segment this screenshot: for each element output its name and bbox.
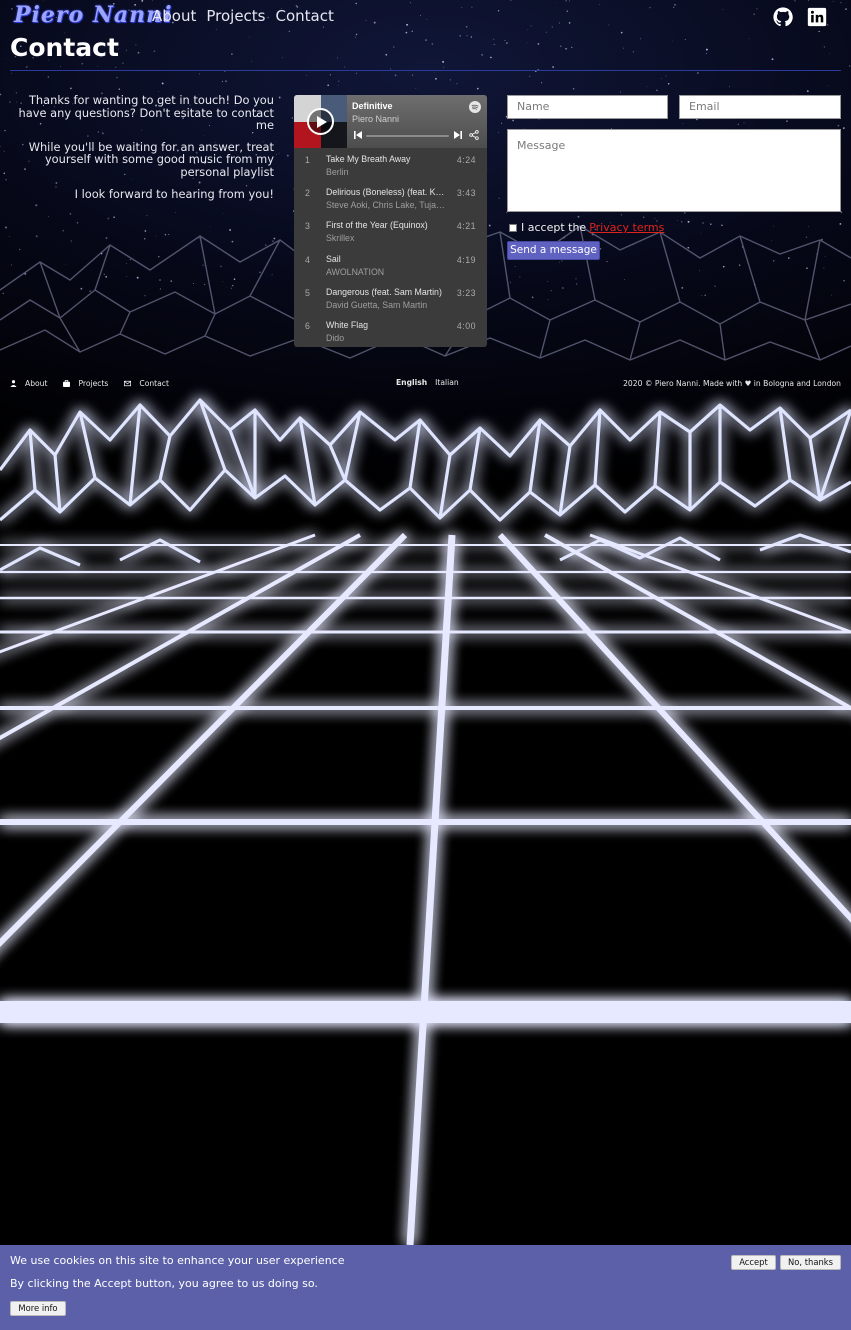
privacy-consent: I accept the Privacy terms	[509, 221, 664, 234]
privacy-terms-link[interactable]: Privacy terms	[589, 221, 664, 234]
briefcase-icon	[63, 380, 71, 387]
social-links	[773, 7, 827, 27]
cookie-subtext: By clicking the Accept button, you agree…	[10, 1277, 318, 1290]
track-row[interactable]: 5 Dangerous (feat. Sam Martin) David Gue…	[294, 282, 487, 315]
cookie-banner: We use cookies on this site to enhance y…	[0, 1245, 851, 1330]
track-artist: AWOLNATION	[326, 266, 385, 277]
track-name: Dangerous (feat. Sam Martin)	[326, 286, 442, 297]
track-duration: 4:24	[456, 155, 476, 165]
intro-paragraph: While you'll be waiting for an answer, t…	[28, 139, 274, 179]
intro-paragraph: I look forward to hearing from you!	[74, 186, 274, 201]
spotify-playlist-embed: Definitive Piero Nanni 1 Take My Breath …	[294, 95, 487, 347]
play-button[interactable]	[307, 108, 334, 135]
track-number: 6	[305, 320, 310, 331]
title-divider	[10, 70, 841, 71]
envelope-icon	[124, 380, 132, 387]
track-list: 1 Take My Breath Away Berlin 4:24 2 Deli…	[294, 148, 487, 347]
language-english[interactable]: English	[396, 378, 427, 387]
track-number: 2	[305, 188, 310, 199]
decline-cookies-button[interactable]: No, thanks	[780, 1255, 841, 1270]
track-duration: 3:23	[456, 287, 476, 298]
share-icon[interactable]	[469, 130, 479, 140]
contact-intro: Thanks for wanting to get in touch! Do y…	[10, 94, 274, 209]
privacy-checkbox[interactable]	[509, 223, 517, 232]
track-duration: 4:21	[456, 221, 476, 232]
track-artist: Dido	[326, 332, 345, 343]
track-name: Sail	[326, 253, 341, 264]
playlist-title[interactable]: Definitive	[352, 101, 393, 111]
track-row[interactable]: 3 First of the Year (Equinox) Skrillex 4…	[294, 215, 487, 248]
track-number: 3	[305, 221, 310, 232]
footer-link-label: Contact	[139, 379, 169, 388]
track-number: 1	[305, 155, 310, 165]
track-row[interactable]: 2 Delirious (Boneless) (feat. Kid Ink) S…	[294, 182, 487, 215]
github-icon[interactable]	[773, 7, 793, 27]
track-name: First of the Year (Equinox)	[326, 220, 428, 231]
site-logo[interactable]: Piero Nanni	[14, 2, 173, 28]
footer-link-projects[interactable]: Projects	[63, 379, 108, 388]
name-field[interactable]: Name	[507, 95, 668, 119]
footer-link-about[interactable]: About	[10, 379, 47, 388]
track-name: Delirious (Boneless) (feat. Kid Ink)	[326, 187, 446, 198]
track-duration: 4:00	[456, 320, 476, 331]
footer-link-label: Projects	[78, 379, 109, 388]
footer-nav: About Projects Contact	[10, 379, 169, 388]
main-nav: About Projects Contact	[152, 7, 334, 25]
track-row[interactable]: 4 Sail AWOLNATION 4:19	[294, 249, 487, 282]
track-artist: David Guetta, Sam Martin	[326, 299, 428, 310]
track-number: 5	[305, 287, 310, 298]
email-field[interactable]: Email	[679, 95, 841, 119]
track-artist: Steve Aoki, Chris Lake, Tujamo	[326, 200, 446, 211]
site-header: Piero Nanni About Projects Contact	[0, 0, 851, 34]
track-number: 4	[305, 254, 310, 265]
user-icon	[10, 380, 17, 387]
cookie-message: We use cookies on this site to enhance y…	[10, 1254, 345, 1267]
playlist-owner[interactable]: Piero Nanni	[352, 114, 399, 124]
track-duration: 3:43	[456, 188, 476, 199]
footer-link-label: About	[25, 379, 48, 388]
language-italian[interactable]: Italian	[435, 378, 459, 387]
next-track-icon[interactable]	[454, 131, 462, 139]
track-duration: 4:19	[456, 254, 476, 265]
intro-paragraph: Thanks for wanting to get in touch! Do y…	[18, 93, 274, 133]
previous-track-icon[interactable]	[354, 131, 362, 139]
consent-label: I accept the	[521, 221, 587, 234]
footer-link-contact[interactable]: Contact	[124, 379, 169, 388]
copyright: 2020 © Piero Nanni. Made with ♥ in Bolog…	[623, 379, 841, 388]
nav-about[interactable]: About	[152, 7, 196, 25]
player-header: Definitive Piero Nanni	[294, 95, 487, 148]
more-info-button[interactable]: More info	[10, 1301, 66, 1316]
nav-contact[interactable]: Contact	[276, 7, 334, 25]
nav-projects[interactable]: Projects	[206, 7, 265, 25]
track-row[interactable]: 6 White Flag Dido 4:00	[294, 315, 487, 347]
perspective-grid	[0, 532, 851, 1246]
play-icon	[317, 115, 327, 128]
track-row[interactable]: 1 Take My Breath Away Berlin 4:24	[294, 149, 487, 182]
playback-progress[interactable]	[366, 135, 449, 137]
site-footer: About Projects Contact English Italian 2…	[0, 378, 851, 392]
accept-cookies-button[interactable]: Accept	[731, 1255, 776, 1270]
track-name: Take My Breath Away	[326, 154, 411, 164]
send-message-button[interactable]: Send a message	[507, 241, 600, 260]
linkedin-icon[interactable]	[807, 7, 827, 27]
track-artist: Skrillex	[326, 233, 355, 244]
page-title: Contact	[10, 33, 119, 62]
track-artist: Berlin	[326, 167, 349, 177]
language-switcher: English Italian	[396, 378, 459, 387]
message-field[interactable]: Message	[507, 129, 841, 212]
spotify-icon[interactable]	[469, 101, 481, 113]
track-name: White Flag	[326, 319, 369, 330]
